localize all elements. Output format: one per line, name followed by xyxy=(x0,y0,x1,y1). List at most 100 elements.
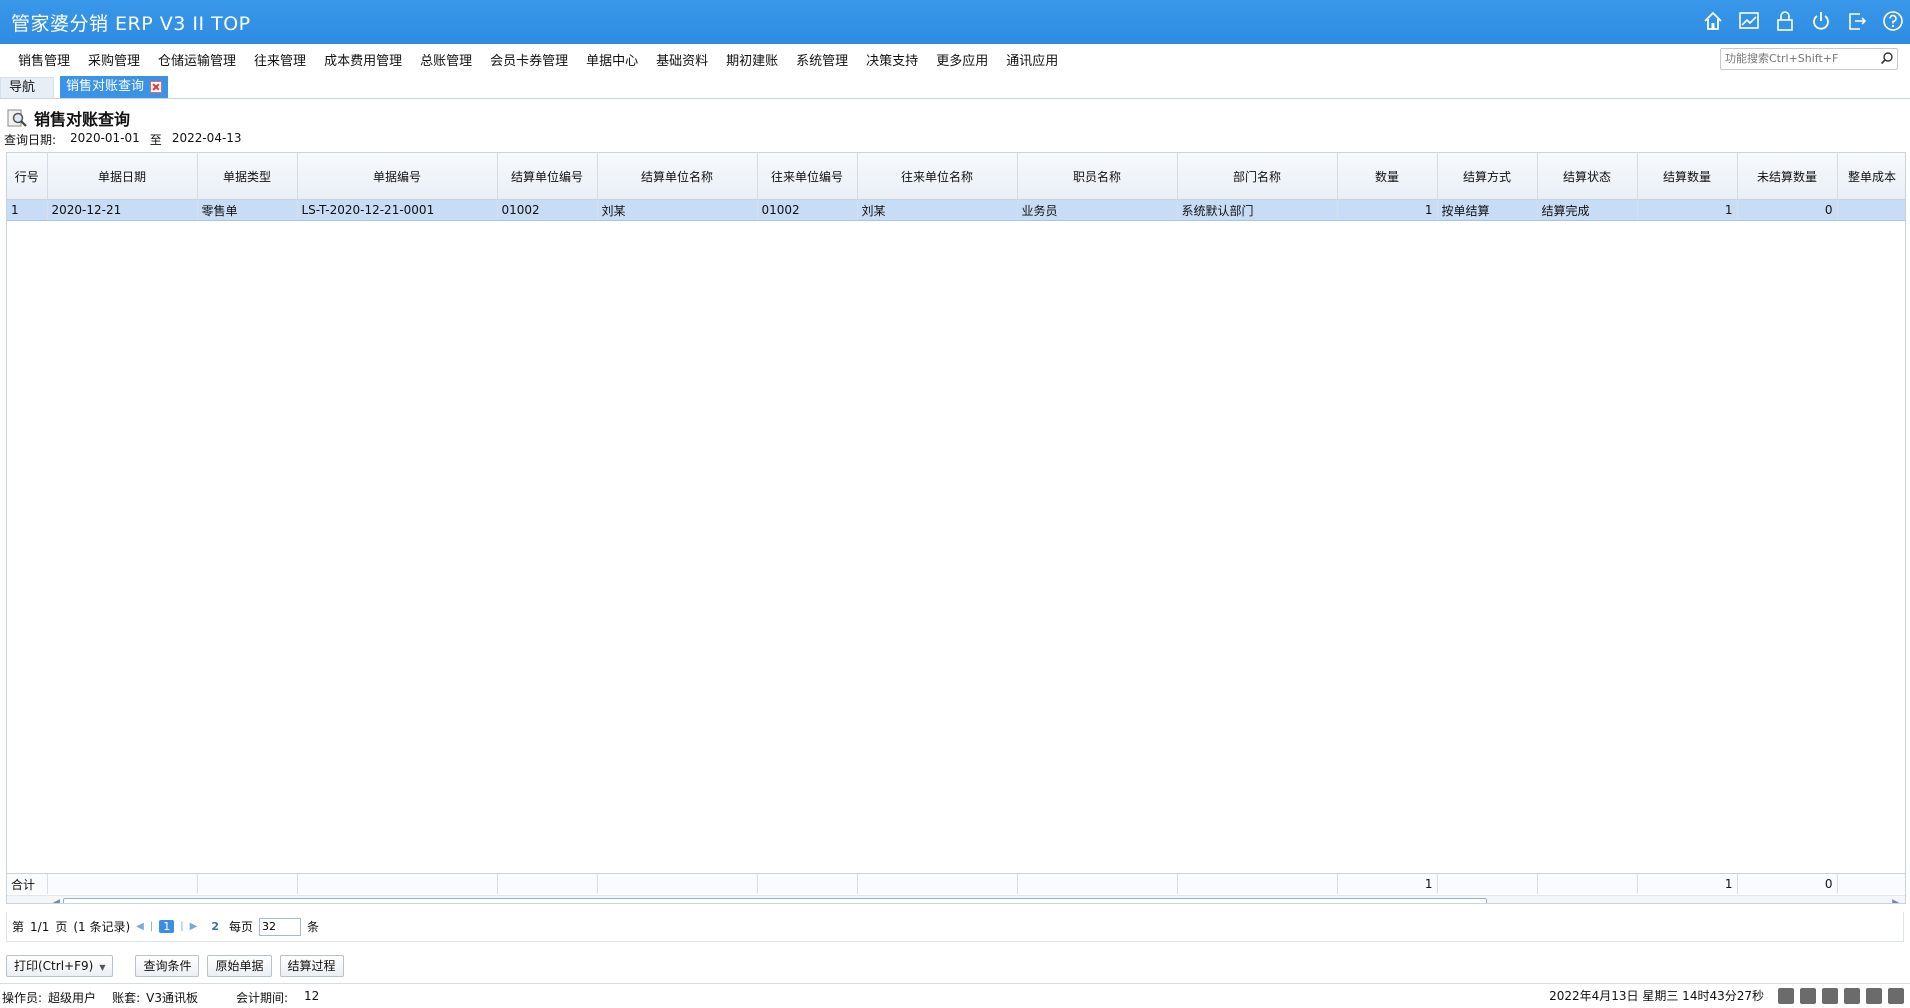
col-header-settle-unit-code[interactable]: 结算单位编号 xyxy=(497,153,598,200)
tab-bar: 导航 销售对账查询 xyxy=(0,72,1910,99)
horizontal-scrollbar[interactable]: ◀ ▶ xyxy=(7,895,1905,903)
note-icon[interactable] xyxy=(1822,987,1838,1004)
cell-department: 系统默认部门 xyxy=(1177,199,1338,221)
operator-label: 操作员: xyxy=(2,991,43,1005)
totals-unsettled-qty: 0 xyxy=(1737,874,1838,894)
col-header-row-no[interactable]: 行号 xyxy=(7,153,48,200)
menu-member[interactable]: 会员卡券管理 xyxy=(484,50,574,69)
tab-sales-reconciliation[interactable]: 销售对账查询 xyxy=(60,76,169,98)
exit-icon[interactable] xyxy=(1846,10,1868,32)
tab-label: 销售对账查询 xyxy=(66,79,145,94)
pager-page-info: 1/1 xyxy=(30,919,50,934)
date-separator: 至 xyxy=(149,133,162,147)
account-label: 账套: xyxy=(112,991,141,1005)
home-icon[interactable] xyxy=(1888,987,1904,1004)
cell-partner-name: 刘某 xyxy=(857,199,1018,221)
menu-more-apps[interactable]: 更多应用 xyxy=(930,50,994,69)
pager-prefix: 第 xyxy=(12,920,25,934)
period-value: 12 xyxy=(304,989,320,1003)
cell-total-cost xyxy=(1837,199,1905,221)
title-icons xyxy=(1702,10,1904,32)
action-bar: 打印(Ctrl+F9) ▼ 查询条件 原始单据 结算过程 xyxy=(6,955,344,977)
cell-settle-unit-code: 01002 xyxy=(497,199,598,221)
data-table: 行号 单据日期 单据类型 单据编号 结算单位编号 结算单位名称 往来单位编号 往… xyxy=(7,153,1905,221)
menu-system[interactable]: 系统管理 xyxy=(790,50,854,69)
print-button[interactable]: 打印(Ctrl+F9) ▼ xyxy=(6,955,114,977)
query-conditions-button[interactable]: 查询条件 xyxy=(135,955,200,977)
grid-icon[interactable] xyxy=(1844,987,1860,1004)
table-row[interactable]: 1 2020-12-21 零售单 LS-T-2020-12-21-0001 01… xyxy=(7,199,1905,221)
cell-qty: 1 xyxy=(1337,199,1438,221)
cell-partner-code: 01002 xyxy=(757,199,858,221)
cell-date: 2020-12-21 xyxy=(47,199,198,221)
menu-warehouse[interactable]: 仓储运输管理 xyxy=(152,50,242,69)
status-bar: 操作员: 超级用户 账套: V3通讯板 会计期间: 12 2022年4月13日 … xyxy=(0,983,1910,1008)
menu-documents[interactable]: 单据中心 xyxy=(580,50,644,69)
action-button-group: 查询条件 原始单据 结算过程 xyxy=(135,955,344,977)
scrollbar-thumb[interactable] xyxy=(63,898,1487,903)
lock-icon[interactable] xyxy=(1774,10,1796,32)
menu-ledger[interactable]: 总账管理 xyxy=(414,50,478,69)
col-header-settle-status[interactable]: 结算状态 xyxy=(1537,153,1638,200)
menu-decision[interactable]: 决策支持 xyxy=(860,50,924,69)
menu-items: 销售管理 采购管理 仓储运输管理 往来管理 成本费用管理 总账管理 会员卡券管理… xyxy=(12,50,1070,69)
function-search-input[interactable] xyxy=(1721,49,1877,67)
help-icon[interactable] xyxy=(1882,10,1904,32)
clipboard-icon[interactable] xyxy=(1800,987,1816,1004)
col-header-date[interactable]: 单据日期 xyxy=(47,153,198,200)
title-bar: 管家婆分销 ERP V3 II TOP xyxy=(0,0,1910,44)
power-icon[interactable] xyxy=(1810,10,1832,32)
query-date: 查询日期: 2020-01-01 至 2022-04-13 xyxy=(4,131,242,148)
col-header-doc-no[interactable]: 单据编号 xyxy=(297,153,498,200)
cell-settle-status: 结算完成 xyxy=(1537,199,1638,221)
col-header-unsettled-qty[interactable]: 未结算数量 xyxy=(1737,153,1838,200)
col-header-settle-method[interactable]: 结算方式 xyxy=(1437,153,1538,200)
col-header-qty[interactable]: 数量 xyxy=(1337,153,1438,200)
chat-icon[interactable] xyxy=(1778,987,1794,1004)
menu-cost[interactable]: 成本费用管理 xyxy=(318,50,408,69)
operator-value: 超级用户 xyxy=(48,991,97,1005)
settlement-process-button[interactable]: 结算过程 xyxy=(279,955,344,977)
apps-icon[interactable] xyxy=(1866,987,1882,1004)
next-page-icon[interactable]: ▶ xyxy=(190,921,198,932)
menu-purchase[interactable]: 采购管理 xyxy=(82,50,146,69)
date-from: 2020-01-01 xyxy=(70,131,140,145)
home-icon[interactable] xyxy=(1702,10,1724,32)
scroll-right-arrow-icon[interactable]: ▶ xyxy=(1892,898,1899,903)
chevron-down-icon: ▼ xyxy=(99,963,106,972)
cell-settle-unit-name: 刘某 xyxy=(597,199,758,221)
status-left: 操作员: 超级用户 账套: V3通讯板 会计期间: 12 xyxy=(2,989,325,1006)
per-page-unit: 条 xyxy=(307,920,320,934)
menu-bar: 销售管理 采购管理 仓储运输管理 往来管理 成本费用管理 总账管理 会员卡券管理… xyxy=(0,44,1910,72)
refresh-icon[interactable]: 2 xyxy=(211,920,219,933)
current-page-button[interactable]: 1 xyxy=(159,920,175,933)
tab-nav[interactable]: 导航 xyxy=(0,77,54,98)
page-header: 销售对账查询 xyxy=(6,106,130,130)
scroll-left-arrow-icon[interactable]: ◀ xyxy=(53,898,60,903)
chart-icon[interactable] xyxy=(1738,10,1760,32)
col-header-employee[interactable]: 职员名称 xyxy=(1017,153,1178,200)
col-header-partner-name[interactable]: 往来单位名称 xyxy=(857,153,1018,200)
cell-doc-type: 零售单 xyxy=(197,199,298,221)
col-header-settle-unit-name[interactable]: 结算单位名称 xyxy=(597,153,758,200)
menu-sales[interactable]: 销售管理 xyxy=(12,50,76,69)
col-header-settled-qty[interactable]: 结算数量 xyxy=(1637,153,1738,200)
original-document-button[interactable]: 原始单据 xyxy=(207,955,272,977)
menu-basic-data[interactable]: 基础资料 xyxy=(650,50,714,69)
per-page-input[interactable] xyxy=(259,917,301,936)
status-right: 2022年4月13日 星期三 14时43分27秒 xyxy=(1549,987,1904,1004)
close-icon[interactable] xyxy=(150,81,163,93)
search-icon[interactable] xyxy=(1880,51,1894,65)
menu-accounts[interactable]: 往来管理 xyxy=(248,50,312,69)
date-to: 2022-04-13 xyxy=(171,131,242,145)
col-header-doc-type[interactable]: 单据类型 xyxy=(197,153,298,200)
menu-opening[interactable]: 期初建账 xyxy=(720,50,784,69)
cell-settled-qty: 1 xyxy=(1637,199,1738,221)
col-header-total-cost[interactable]: 整单成本 xyxy=(1837,153,1905,200)
app-title: 管家婆分销 ERP V3 II TOP xyxy=(11,13,251,35)
col-header-department[interactable]: 部门名称 xyxy=(1177,153,1338,200)
account-value: V3通讯板 xyxy=(146,991,198,1005)
prev-page-icon[interactable]: ◀ xyxy=(136,921,144,932)
col-header-partner-code[interactable]: 往来单位编号 xyxy=(757,153,858,200)
menu-comms[interactable]: 通讯应用 xyxy=(1000,50,1064,69)
